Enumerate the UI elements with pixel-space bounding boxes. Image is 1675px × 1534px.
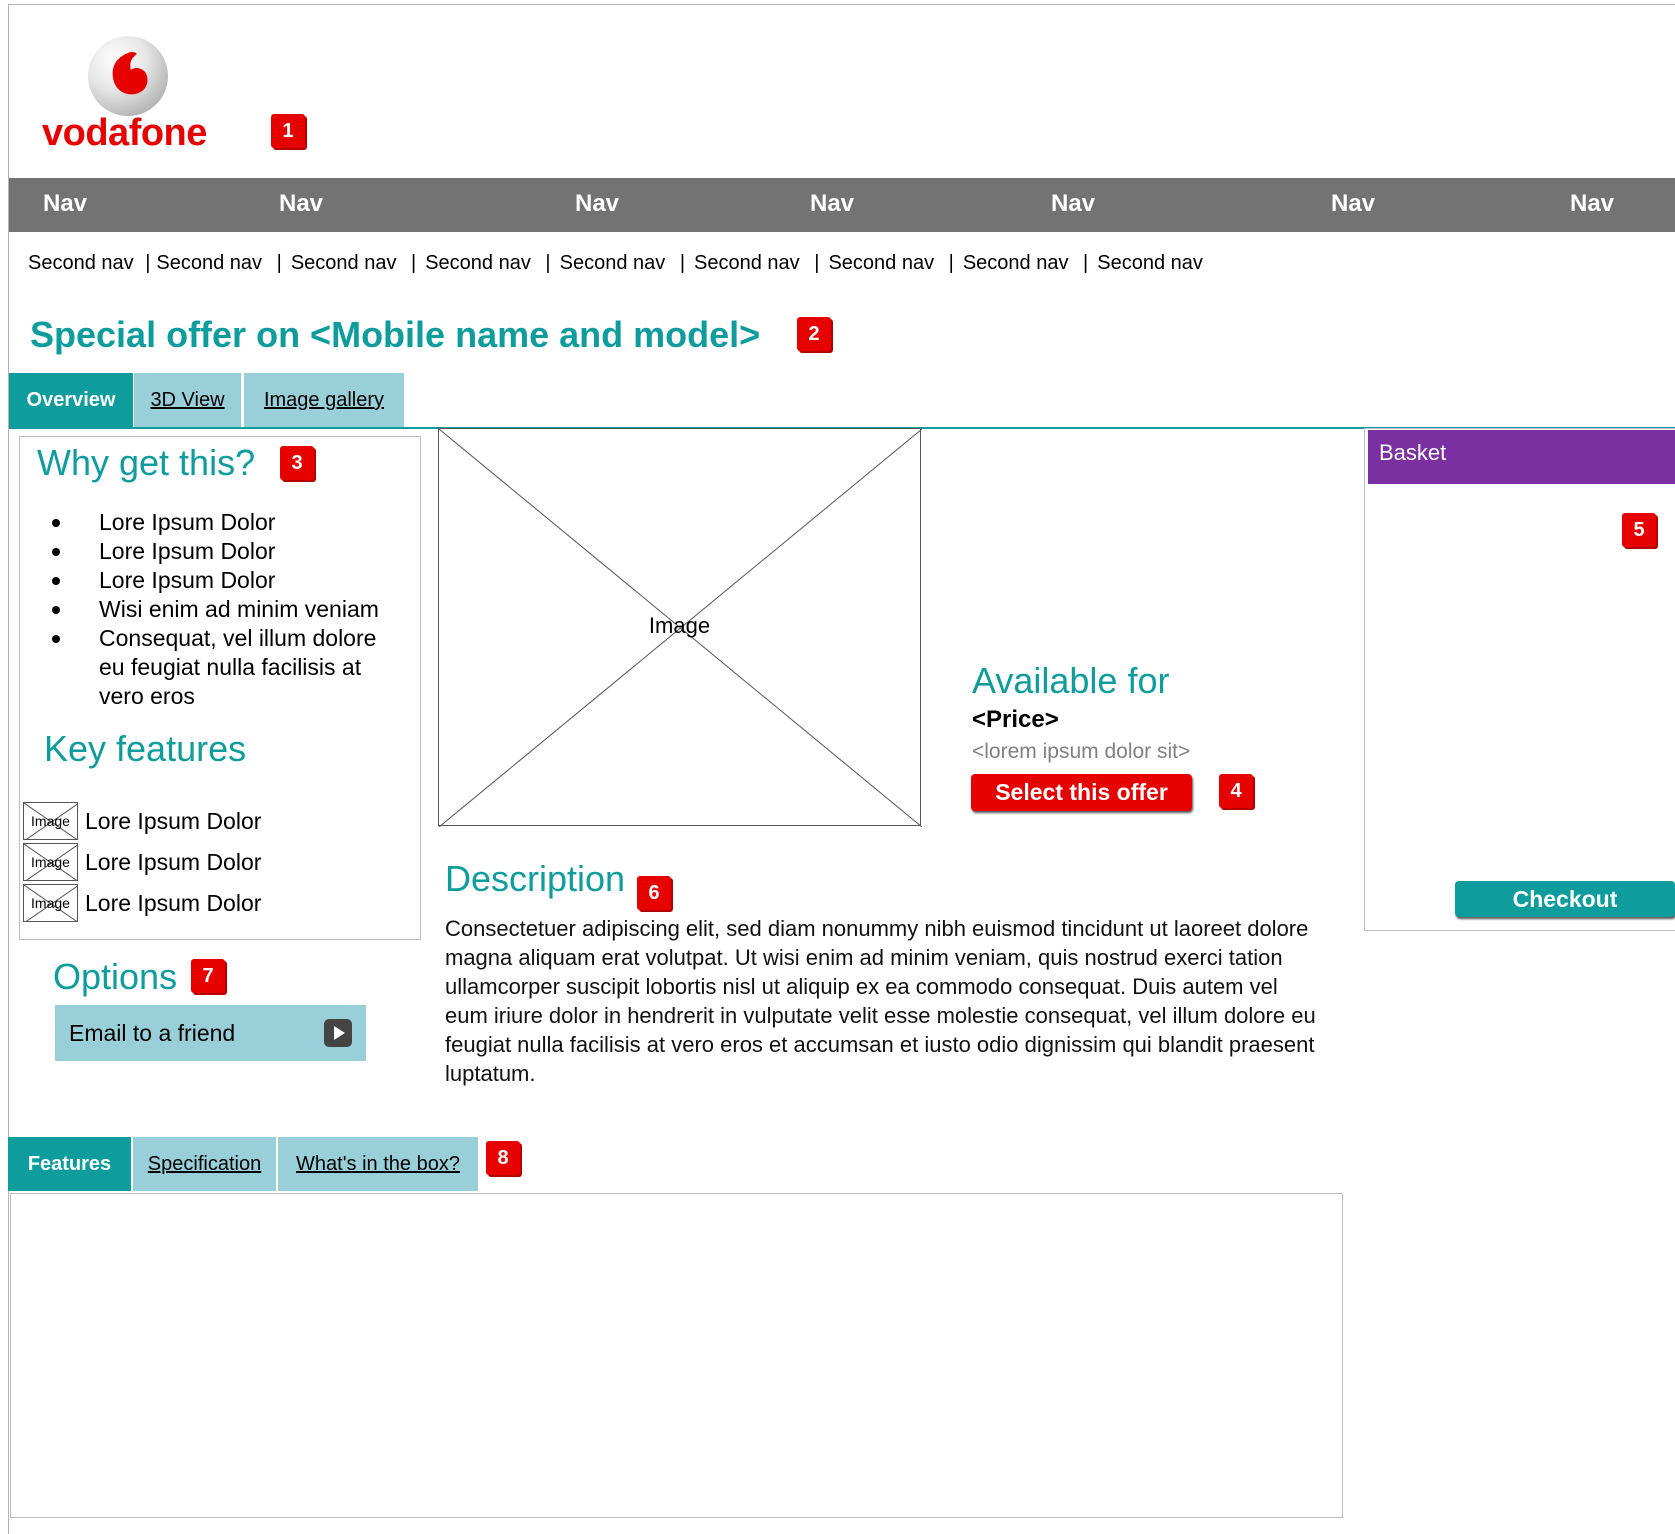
description-body: Consectetuer adipiscing elit, sed diam n… [445,916,1316,1086]
tab-overview[interactable]: Overview [9,373,133,427]
image-placeholder-icon: Image [23,843,78,881]
brand-wordmark[interactable]: vodafone [42,112,207,155]
tab-whats-in-the-box[interactable]: What's in the box? [278,1137,478,1191]
basket-title: Basket [1379,440,1447,465]
tab-content-panel [10,1193,1343,1518]
nav-separator: | [276,252,282,274]
email-friend-label: Email to a friend [69,1020,236,1046]
options-heading: Options [53,956,178,997]
main-nav-item[interactable]: Nav [1570,190,1614,218]
tab-3d-view[interactable]: 3D View [134,373,241,427]
tab-image-gallery[interactable]: Image gallery [244,373,404,427]
price: <Price> [972,706,1059,733]
list-item: Consequat, vel illum dolore eu feugiat n… [52,624,399,711]
why-bullet-list: Lore Ipsum Dolor Lore Ipsum Dolor Lore I… [52,508,399,711]
tab-specification[interactable]: Specification [133,1137,276,1191]
basket-header: Basket [1368,430,1675,484]
key-feature-label: Lore Ipsum Dolor [85,849,262,875]
secondary-nav-item[interactable]: Second nav [828,252,934,274]
secondary-nav-item[interactable]: Second nav [560,252,666,274]
annotation-badge-8: 8 [486,1141,522,1177]
why-heading: Why get this? [37,442,256,483]
description-heading: Description [445,858,626,899]
nav-separator: | [545,252,551,274]
annotation-badge-1: 1 [271,114,307,150]
secondary-nav-item[interactable]: Second nav [963,252,1069,274]
image-placeholder-icon: Image [23,884,78,922]
checkout-button[interactable]: Checkout [1455,881,1675,917]
select-offer-button[interactable]: Select this offer [971,774,1192,811]
annotation-badge-7: 7 [191,959,227,995]
key-features-heading: Key features [44,728,247,769]
annotation-badge-5: 5 [1622,513,1658,549]
secondary-nav-item[interactable]: Second nav [425,252,531,274]
main-nav-item[interactable]: Nav [43,190,87,218]
nav-separator: | [1083,252,1089,274]
image-placeholder-label: Image [648,613,711,638]
image-placeholder-icon: Image [23,802,78,840]
key-feature-label: Lore Ipsum Dolor [85,890,262,916]
secondary-nav-item[interactable]: Second nav [694,252,800,274]
nav-separator: | [145,252,151,274]
annotation-badge-4: 4 [1219,774,1255,810]
secondary-nav-item[interactable]: Second nav [1097,252,1203,274]
annotation-badge-2: 2 [797,317,833,353]
main-nav-item[interactable]: Nav [1051,190,1095,218]
main-nav: Nav Nav Nav Nav Nav Nav Nav [9,178,1675,232]
main-nav-item[interactable]: Nav [279,190,323,218]
list-item: Lore Ipsum Dolor [52,537,399,566]
secondary-nav-item[interactable]: Second nav [291,252,397,274]
main-nav-item[interactable]: Nav [810,190,854,218]
price-subtext: <lorem ipsum dolor sit> [972,740,1191,763]
list-item: Lore Ipsum Dolor [52,508,399,537]
list-item: Lore Ipsum Dolor [52,566,399,595]
nav-separator: | [411,252,417,274]
available-heading: Available for [972,660,1170,701]
main-nav-item[interactable]: Nav [575,190,619,218]
secondary-nav: Second nav | Second nav | Second nav | Seco… [28,252,1203,275]
email-friend-button[interactable]: Email to a friend [55,1005,366,1061]
annotation-badge-3: 3 [280,446,316,482]
secondary-nav-item[interactable]: Second nav [156,252,262,274]
nav-separator: | [948,252,954,274]
basket-panel [1364,428,1675,931]
page-title: Special offer on <Mobile name and model> [30,314,761,355]
list-item: Wisi enim ad minim veniam [52,595,399,624]
product-image: Image [438,428,922,827]
tab-features[interactable]: Features [8,1137,131,1191]
nav-separator: | [814,252,820,274]
thumb-label: Image [31,813,70,829]
thumb-label: Image [31,895,70,911]
main-nav-item[interactable]: Nav [1331,190,1375,218]
play-arrow-icon [324,1019,352,1047]
secondary-nav-item[interactable]: Second nav [28,252,134,274]
thumb-label: Image [31,854,70,870]
key-feature-label: Lore Ipsum Dolor [85,808,262,834]
annotation-badge-6: 6 [637,876,673,912]
speechmark-icon [112,52,148,95]
nav-separator: | [679,252,686,274]
